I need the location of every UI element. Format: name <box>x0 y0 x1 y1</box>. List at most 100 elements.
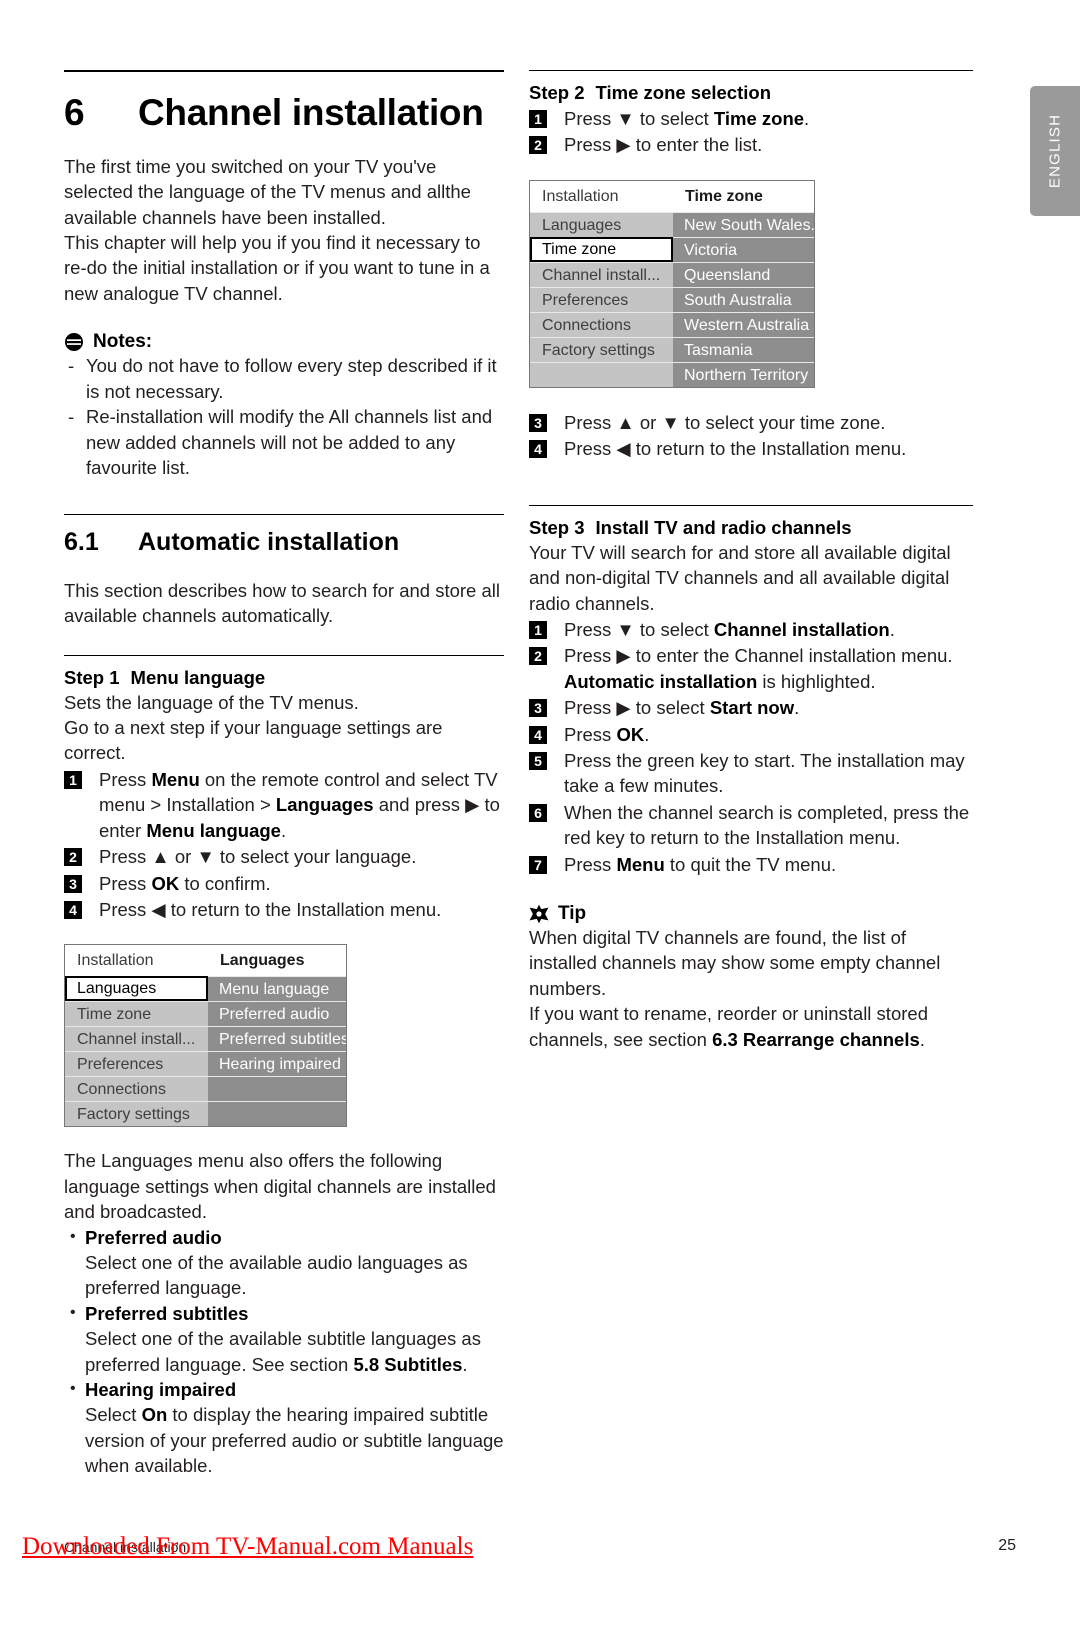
download-watermark-link[interactable]: Downloaded From TV-Manual.com Manuals <box>22 1533 473 1561</box>
osd-menu-row[interactable]: Factory settings Tasmania <box>530 336 814 362</box>
osd-menu-item[interactable]: Preferences <box>530 286 673 312</box>
instruction-step: 3 Press OK to confirm. <box>64 871 504 896</box>
inline-text: . <box>462 1353 468 1375</box>
instruction-step: 7 Press Menu to quit the TV menu. <box>529 852 973 877</box>
osd-submenu-item[interactable]: Western Australia <box>673 311 814 337</box>
inline-text: Press ▲ or ▼ to select your time zone. <box>564 411 886 433</box>
step2-label: Step 2 <box>529 82 585 103</box>
osd-submenu-item[interactable]: New South Wales... <box>673 211 814 237</box>
inline-text: is highlighted. <box>757 670 876 692</box>
osd-menu-item[interactable]: Channel install... <box>530 261 673 287</box>
intro-paragraph-2: This chapter will help you if you find i… <box>64 232 490 304</box>
inline-text: Press the green key to start. The instal… <box>564 749 965 797</box>
osd-menu-row[interactable]: Connections Western Australia <box>530 311 814 337</box>
tip-paragraph: If you want to rename, reorder or uninst… <box>529 1001 973 1052</box>
osd-submenu-item[interactable]: Preferred audio <box>208 1001 346 1027</box>
osd-header-left: Installation <box>77 952 154 970</box>
osd-menu-item[interactable]: Languages <box>65 976 208 1002</box>
emphasis-text: OK <box>151 872 180 894</box>
section-number: 6.1 <box>64 528 99 557</box>
osd-menu-row[interactable]: Preferences Hearing impaired <box>65 1051 346 1077</box>
step-number-badge: 7 <box>529 855 547 874</box>
step1-label: Step 1 <box>64 666 120 688</box>
step-number-badge: 3 <box>64 874 82 893</box>
osd-submenu-item[interactable]: Northern Territory <box>673 361 814 387</box>
languages-note: The Languages menu also offers the follo… <box>64 1150 496 1223</box>
osd-submenu-item[interactable]: Menu language <box>208 976 346 1002</box>
osd-menu-item[interactable]: Time zone <box>530 236 673 262</box>
osd-menu-row[interactable]: Languages Menu language <box>65 976 346 1002</box>
tip-body: When digital TV channels are found, the … <box>529 925 973 1052</box>
step2-heading: Step 2 Time zone selection <box>529 81 973 105</box>
osd-menu-row[interactable]: Channel install... Queensland <box>530 261 814 287</box>
notes-list: You do not have to follow every step des… <box>64 353 504 480</box>
inline-text: Press ▲ or ▼ to select your language. <box>99 846 417 868</box>
osd-menu-item[interactable]: Channel install... <box>65 1026 208 1052</box>
inline-text: ▶ <box>465 794 480 816</box>
osd-menu-row[interactable]: Northern Territory <box>530 361 814 387</box>
osd-menu-row[interactable]: Channel install... Preferred subtitles <box>65 1026 346 1052</box>
osd-submenu-item[interactable]: Hearing impaired <box>208 1051 346 1077</box>
osd-menu-item[interactable]: Factory settings <box>530 336 673 362</box>
section-rule <box>64 514 504 516</box>
intro-paragraph-1: The first time you switched on your TV y… <box>64 155 471 228</box>
language-setting-item: Preferred audio Select one of the availab… <box>64 1224 504 1301</box>
osd-submenu-item[interactable]: South Australia <box>673 286 814 312</box>
timezone-osd-menu: Installation Time zone Languages New South … <box>529 179 815 388</box>
emphasis-text: Menu <box>151 768 200 790</box>
osd-header-right: Languages <box>220 952 305 970</box>
instruction-step: 3 Press ▶ to select Start now. <box>529 695 973 720</box>
notes-heading-label: Notes: <box>93 331 153 353</box>
language-settings-list: Preferred audio Select one of the availab… <box>64 1224 504 1479</box>
osd-submenu-item[interactable]: Preferred subtitles <box>208 1026 346 1052</box>
osd-menu-row[interactable]: Time zone Victoria <box>530 236 814 262</box>
step-number-badge: 3 <box>529 699 547 718</box>
step-number-badge: 6 <box>529 803 547 822</box>
osd-menu-item[interactable]: Languages <box>530 211 673 237</box>
osd-menu-row[interactable]: Time zone Preferred audio <box>65 1001 346 1027</box>
osd-submenu-item[interactable] <box>208 1076 346 1102</box>
step1-line-2: Go to a next step if your language setti… <box>64 717 443 764</box>
osd-menu-item[interactable]: Connections <box>65 1076 208 1102</box>
instruction-step: 2 Press ▲ or ▼ to select your language. <box>64 844 504 869</box>
step1-heading: Step 1 Menu language <box>64 666 504 690</box>
inline-text: Press ▶ to select <box>564 697 710 719</box>
inline-text: . <box>804 108 810 130</box>
emphasis-text: Time zone <box>713 108 805 130</box>
osd-menu-item[interactable] <box>530 361 673 387</box>
osd-menu-item[interactable]: Connections <box>530 311 673 337</box>
osd-menu-row[interactable]: Connections <box>65 1076 346 1102</box>
step-number-badge: 4 <box>529 725 547 744</box>
section-title-text: Automatic installation <box>138 528 400 557</box>
osd-submenu-item[interactable] <box>208 1101 346 1127</box>
osd-menu-item[interactable]: Time zone <box>65 1001 208 1027</box>
step1-title: Menu language <box>130 666 266 688</box>
osd-menu-row[interactable]: Languages New South Wales... <box>530 211 814 237</box>
inline-text: Press ◀ to return to the Installation me… <box>564 438 907 460</box>
osd-submenu-item[interactable]: Tasmania <box>673 336 814 362</box>
inline-text: to confirm. <box>179 872 271 894</box>
osd-menu-item[interactable]: Factory settings <box>65 1101 208 1127</box>
osd-submenu-item[interactable]: Queensland <box>673 261 814 287</box>
step3-title: Install TV and radio channels <box>595 516 852 538</box>
emphasis-text: 5.8 Subtitles <box>353 1353 463 1375</box>
emphasis-text: Channel installation <box>713 618 890 640</box>
inline-text: . <box>644 723 650 745</box>
step3-rule <box>529 504 973 506</box>
step-number-badge: 2 <box>529 647 547 666</box>
osd-submenu-item[interactable]: Victoria <box>673 236 814 262</box>
osd-menu-row[interactable]: Factory settings <box>65 1101 346 1127</box>
inline-text: Press ▶ to enter the list. <box>564 134 763 156</box>
note-item: Re-installation will modify the All chan… <box>64 404 504 480</box>
inline-text: Select <box>85 1404 142 1426</box>
inline-text: When digital TV channels are found, the … <box>529 927 941 999</box>
inline-text: Press <box>564 853 617 875</box>
step-number-badge: 1 <box>529 620 547 639</box>
language-side-tab: ENGLISH <box>1030 86 1080 216</box>
language-setting-item: Hearing impairedSelect On to display the… <box>64 1376 504 1479</box>
osd-menu-row[interactable]: Preferences South Australia <box>530 286 814 312</box>
section-intro: This section describes how to search for… <box>64 579 500 627</box>
osd-menu-item[interactable]: Preferences <box>65 1051 208 1077</box>
language-setting-description: Select one of the available audio langua… <box>85 1250 504 1301</box>
page-footer: Channel installation Downloaded From TV-… <box>0 1517 1080 1627</box>
